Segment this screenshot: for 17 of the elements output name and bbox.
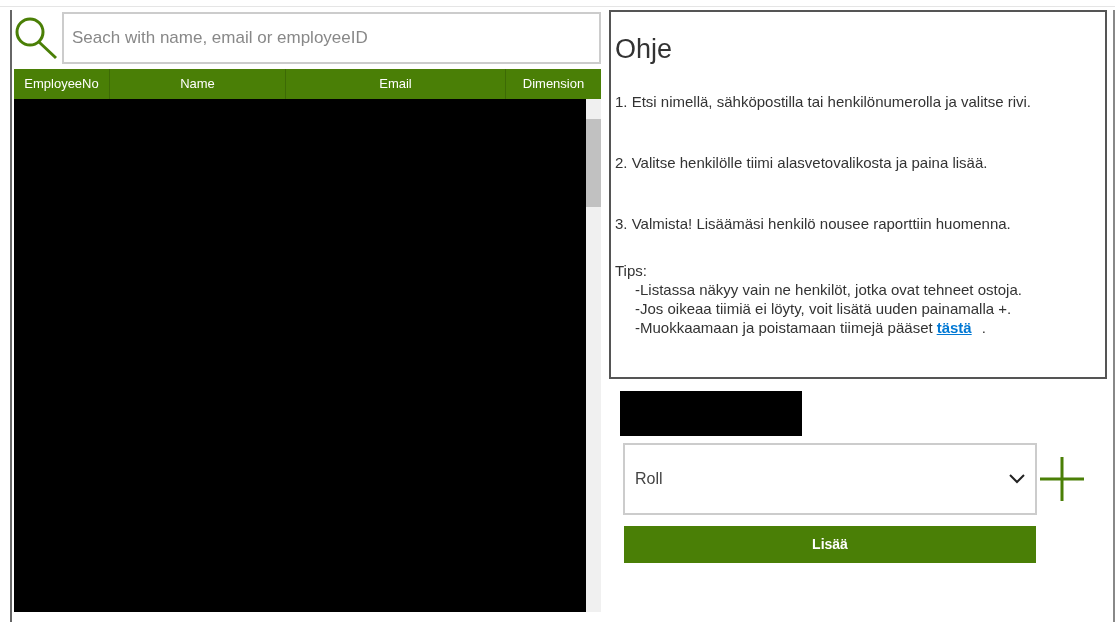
add-button[interactable]: Lisää [624, 526, 1036, 563]
chevron-down-icon [1009, 474, 1025, 484]
tips-label: Tips: [615, 261, 648, 281]
period: . [981, 318, 986, 338]
plus-icon[interactable] [1040, 457, 1084, 501]
search-field[interactable]: Seach with name, email or employeeID [62, 12, 601, 64]
team-dropdown[interactable]: Roll [623, 443, 1037, 515]
link[interactable]: tästä [936, 318, 972, 338]
help-step: 1. Etsi nimellä, sähköpostilla tai henkilönumerolla ja valitse rivi. [615, 93, 1101, 112]
column-header[interactable]: Dimension [506, 69, 601, 99]
tip-text: -Listassa näkyy vain ne henkilöt, jotka ovat tehneet ostoja. [634, 280, 1023, 300]
tip-text: -Jos oikeaa tiimiä ei löyty, voit lisätä uuden painamalla +. [634, 299, 1013, 319]
scrollbar[interactable] [586, 99, 601, 612]
help-step: 2. Valitse henkilölle tiimi alasvetovalikosta ja paina lisää. [615, 153, 1101, 173]
tip-text: -Muokkaamaan ja poistamaan tiimejä pääset [635, 318, 933, 338]
help-step: 3. Valmista! Lisäämäsi henkilö nousee raporttiin huomenna. [615, 214, 1101, 234]
help-title: Ohje [615, 36, 674, 63]
